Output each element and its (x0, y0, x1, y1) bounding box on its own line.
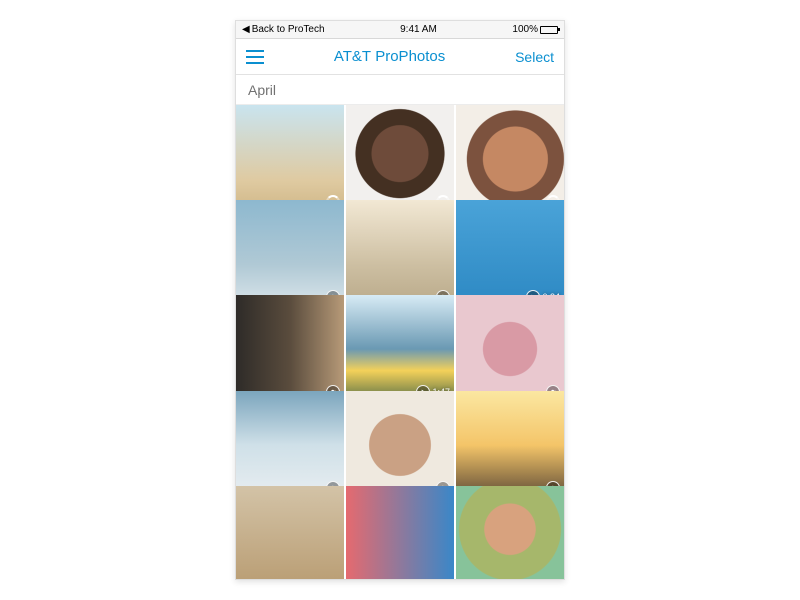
battery-icon (540, 26, 558, 34)
photo-tile[interactable] (346, 200, 454, 308)
title-strong: AT&T (334, 48, 371, 65)
photo-tile[interactable] (456, 295, 564, 403)
chevron-left-icon: ◀ (242, 24, 250, 35)
photo-tile[interactable] (456, 105, 564, 213)
title-light: ProPhotos (375, 48, 445, 65)
photo-tile[interactable] (236, 200, 344, 308)
photo-tile[interactable] (236, 391, 344, 499)
photo-tile[interactable] (346, 486, 454, 579)
photo-tile[interactable] (236, 105, 344, 213)
photo-tile[interactable] (236, 486, 344, 579)
section-header: April (236, 75, 564, 105)
app-title: AT&T ProPhotos (334, 48, 445, 65)
photo-grid[interactable]: 0:341:47 (236, 105, 564, 579)
battery-pct: 100% (512, 24, 538, 35)
photo-tile[interactable] (236, 295, 344, 403)
photo-tile[interactable]: 0:34 (456, 200, 564, 308)
photo-tile[interactable] (346, 105, 454, 213)
photo-tile[interactable] (346, 391, 454, 499)
clock: 9:41 AM (400, 24, 437, 35)
photo-tile[interactable] (456, 391, 564, 499)
phone-frame: ◀ Back to ProTech 9:41 AM 100% AT&T ProP… (235, 20, 565, 580)
status-bar: ◀ Back to ProTech 9:41 AM 100% (236, 21, 564, 39)
section-label: April (248, 82, 276, 98)
nav-bar: AT&T ProPhotos Select (236, 39, 564, 75)
select-button[interactable]: Select (515, 49, 554, 65)
back-to-app[interactable]: ◀ Back to ProTech (242, 24, 325, 35)
back-label: Back to ProTech (252, 24, 325, 35)
menu-icon[interactable] (246, 50, 264, 64)
photo-tile[interactable]: 1:47 (346, 295, 454, 403)
battery-indicator: 100% (512, 24, 558, 35)
photo-tile[interactable] (456, 486, 564, 579)
